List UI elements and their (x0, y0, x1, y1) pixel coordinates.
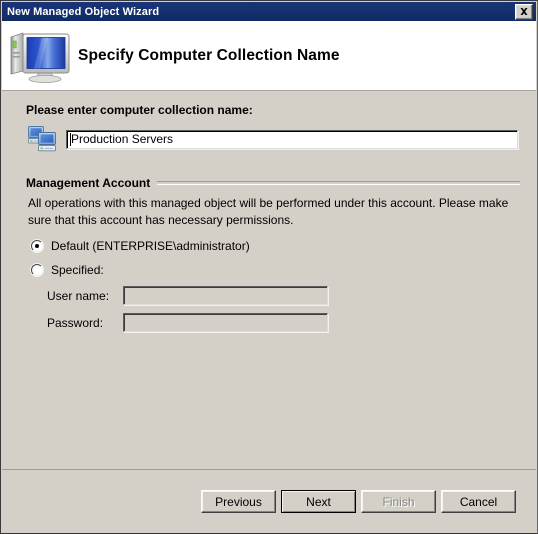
wizard-dialog: New Managed Object Wizard Specify Comput… (0, 0, 538, 534)
radio-specified-account[interactable]: Specified: (31, 263, 104, 277)
group-description: All operations with this managed object … (28, 196, 509, 227)
password-input[interactable] (123, 313, 328, 332)
collection-name-row: Production Servers (26, 123, 518, 155)
radio-selected-icon (31, 240, 43, 252)
cancel-button[interactable]: Cancel (441, 490, 516, 513)
title-bar-buttons (515, 3, 536, 20)
radio-default-account[interactable]: Default (ENTERPRISE\administrator) (31, 239, 250, 253)
group-divider (157, 181, 520, 185)
user-name-row: User name: (47, 286, 328, 305)
close-icon (520, 7, 528, 15)
finish-button: Finish (361, 490, 436, 513)
collection-name-value: Production Servers (71, 132, 174, 146)
title-bar[interactable]: New Managed Object Wizard (2, 2, 536, 21)
password-row: Password: (47, 313, 328, 332)
user-name-input[interactable] (123, 286, 328, 305)
window-title: New Managed Object Wizard (7, 5, 160, 18)
user-name-label: User name: (47, 288, 110, 303)
previous-button[interactable]: Previous (201, 490, 276, 513)
management-account-group-header: Management Account (26, 176, 520, 190)
collection-name-input[interactable]: Production Servers (66, 129, 518, 149)
radio-unselected-icon (31, 264, 43, 276)
computers-collection-icon (26, 124, 60, 154)
next-button[interactable]: Next (281, 490, 356, 513)
computer-monitor-icon (2, 25, 78, 87)
password-label: Password: (47, 315, 104, 330)
radio-specified-label: Specified: (51, 263, 104, 277)
collection-name-label: Please enter computer collection name: (26, 103, 253, 117)
group-title: Management Account (26, 176, 151, 190)
page-title: Specify Computer Collection Name (78, 46, 340, 64)
wizard-header: Specify Computer Collection Name (2, 21, 536, 91)
close-button[interactable] (515, 3, 533, 20)
wizard-content: Please enter computer collection name: P… (2, 92, 536, 469)
wizard-footer: Previous Next Finish Cancel (2, 471, 536, 532)
radio-default-label: Default (ENTERPRISE\administrator) (51, 239, 250, 253)
